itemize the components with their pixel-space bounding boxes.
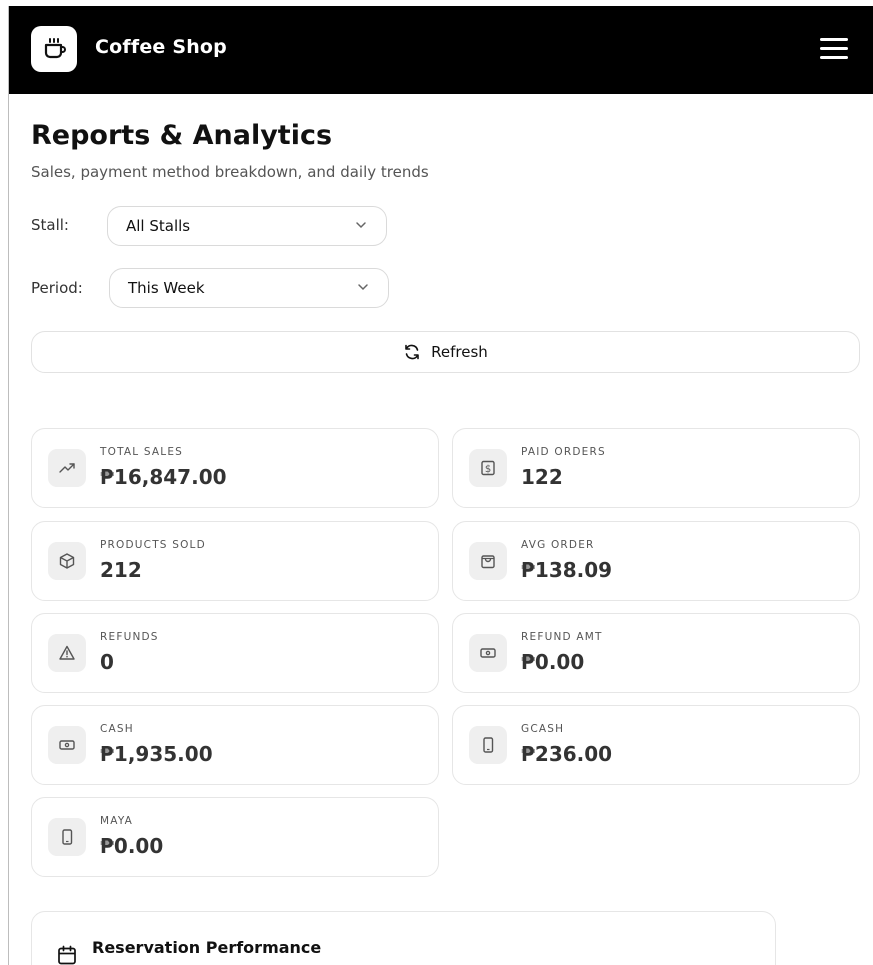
stat-card-total-sales: TOTAL SALES ₱16,847.00 xyxy=(31,428,439,508)
period-filter-label: Period: xyxy=(31,279,83,297)
period-select-value: This Week xyxy=(128,279,205,297)
banknote-icon xyxy=(48,726,86,764)
page-subtitle: Sales, payment method breakdown, and dai… xyxy=(31,163,429,181)
warning-triangle-icon xyxy=(48,634,86,672)
reservation-performance-title: Reservation Performance xyxy=(92,938,322,957)
stat-value: ₱236.00 xyxy=(521,742,613,766)
stat-value: 212 xyxy=(100,558,142,582)
dollar-receipt-icon: $ xyxy=(469,449,507,487)
shopping-bag-icon xyxy=(469,542,507,580)
banknote-icon xyxy=(469,634,507,672)
package-icon xyxy=(48,542,86,580)
stat-card-avg-order: AVG ORDER ₱138.09 xyxy=(452,521,860,601)
stat-label: REFUNDS xyxy=(100,631,159,643)
stat-label: AVG ORDER xyxy=(521,539,595,551)
chevron-down-icon xyxy=(358,284,368,291)
page-title: Reports & Analytics xyxy=(31,120,333,151)
chevron-down-icon xyxy=(356,222,366,229)
calendar-icon xyxy=(58,945,76,965)
stat-label: PAID ORDERS xyxy=(521,446,606,458)
reservation-performance-card: Reservation Performance xyxy=(31,911,776,965)
svg-text:$: $ xyxy=(485,464,491,475)
stat-value: 0 xyxy=(100,650,114,674)
app-frame: Coffee Shop Reports & Analytics Sales, p… xyxy=(8,6,873,965)
stat-value: 122 xyxy=(521,465,563,489)
stat-label: TOTAL SALES xyxy=(100,446,184,458)
refresh-icon xyxy=(405,344,419,360)
stat-label: MAYA xyxy=(100,815,134,827)
smartphone-icon xyxy=(48,818,86,856)
refresh-button[interactable]: Refresh xyxy=(31,331,860,373)
stall-filter-label: Stall: xyxy=(31,216,69,234)
stat-card-products-sold: PRODUCTS SOLD 212 xyxy=(31,521,439,601)
stat-label: REFUND AMT xyxy=(521,631,603,643)
stall-select[interactable]: All Stalls xyxy=(107,206,387,246)
top-navbar: Coffee Shop xyxy=(9,6,873,94)
coffee-cup-icon xyxy=(44,38,66,59)
stat-value: ₱1,935.00 xyxy=(100,742,213,766)
smartphone-icon xyxy=(469,726,507,764)
stat-card-refunds: REFUNDS 0 xyxy=(31,613,439,693)
stat-label: CASH xyxy=(100,723,134,735)
brand-logo[interactable] xyxy=(31,26,77,72)
stat-value: ₱0.00 xyxy=(100,834,164,858)
stall-select-value: All Stalls xyxy=(126,217,191,235)
stat-card-paid-orders: $ PAID ORDERS 122 xyxy=(452,428,860,508)
period-select[interactable]: This Week xyxy=(109,268,389,308)
trending-up-icon xyxy=(48,449,86,487)
brand-name[interactable]: Coffee Shop xyxy=(95,36,227,58)
stat-card-refund-amt: REFUND AMT ₱0.00 xyxy=(452,613,860,693)
hamburger-menu-icon[interactable] xyxy=(820,38,848,60)
stat-label: GCASH xyxy=(521,723,565,735)
stat-label: PRODUCTS SOLD xyxy=(100,539,206,551)
stat-value: ₱16,847.00 xyxy=(100,465,227,489)
stat-value: ₱138.09 xyxy=(521,558,613,582)
stat-value: ₱0.00 xyxy=(521,650,585,674)
stat-card-maya: MAYA ₱0.00 xyxy=(31,797,439,877)
stat-card-gcash: GCASH ₱236.00 xyxy=(452,705,860,785)
stat-card-cash: CASH ₱1,935.00 xyxy=(31,705,439,785)
refresh-label: Refresh xyxy=(431,343,488,361)
